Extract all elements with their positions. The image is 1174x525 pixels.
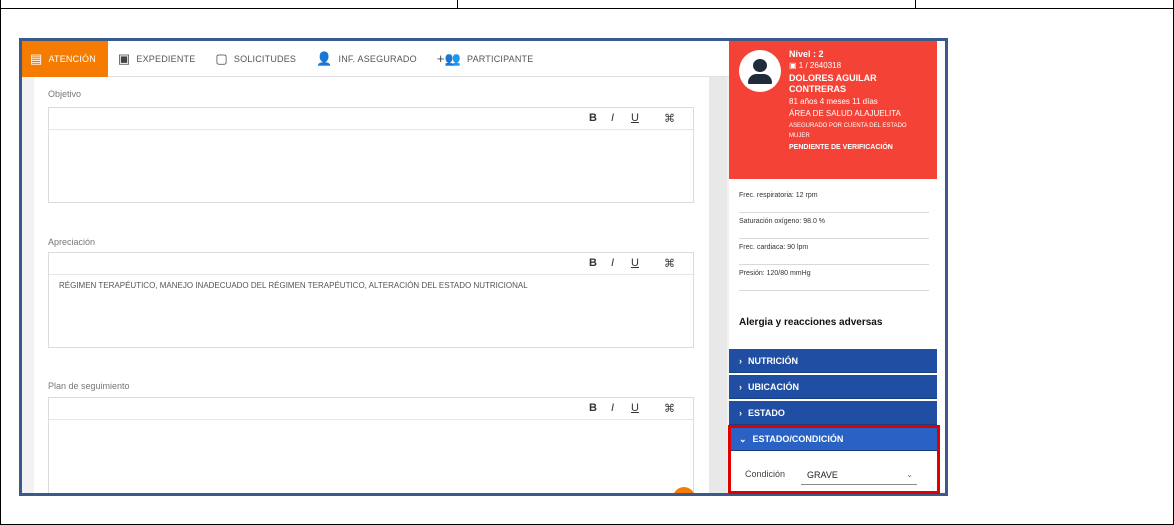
- plan-label: Plan de seguimiento: [48, 381, 130, 391]
- vital-oxygen: Saturación oxígeno: 98.0 %: [739, 213, 929, 239]
- editor-toolbar: B I U ⌘: [49, 108, 693, 130]
- editor-toolbar: B I U ⌘: [49, 398, 693, 420]
- underline-button[interactable]: U: [631, 112, 639, 124]
- tab-label: SOLICITUDES: [233, 53, 297, 64]
- accordion-estado[interactable]: › ESTADO: [729, 401, 937, 425]
- patient-id-value: 1 / 2640318: [798, 61, 842, 70]
- patient-id: ▣ 1 / 2640318: [789, 61, 841, 71]
- tab-participante[interactable]: +👥 PARTICIPANTE: [427, 41, 544, 77]
- underline-button[interactable]: U: [631, 402, 639, 414]
- tab-inf-asegurado[interactable]: 👤 INF. ASEGURADO: [306, 41, 427, 77]
- patient-age: 81 años 4 meses 11 días: [789, 97, 878, 106]
- bold-button[interactable]: B: [589, 112, 597, 124]
- clear-format-button[interactable]: ⌘: [664, 257, 675, 270]
- patient-coverage: ASEGURADO POR CUENTA DEL ESTADO: [789, 123, 907, 129]
- clear-format-button[interactable]: ⌘: [664, 112, 675, 125]
- objetivo-text[interactable]: [49, 130, 693, 142]
- chevron-right-icon: ›: [739, 408, 742, 418]
- window-icon: ▢: [215, 50, 228, 66]
- objetivo-editor[interactable]: B I U ⌘: [48, 107, 694, 203]
- accordion-label: NUTRICIÓN: [748, 356, 798, 366]
- patient-level: Nivel : 2: [789, 49, 824, 59]
- editor-toolbar: B I U ⌘: [49, 253, 693, 275]
- chevron-right-icon: ›: [739, 382, 742, 392]
- tab-label: INF. ASEGURADO: [338, 53, 417, 64]
- italic-button[interactable]: I: [611, 112, 614, 124]
- italic-button[interactable]: I: [611, 402, 614, 414]
- clear-format-button[interactable]: ⌘: [664, 402, 675, 415]
- tab-bar: ▤ ATENCIÓN ▣ EXPEDIENTE ▢ SOLICITUDES 👤 …: [22, 41, 729, 77]
- person-icon: [753, 59, 767, 72]
- id-card-icon: ▣: [789, 61, 799, 70]
- patient-card: Nivel : 2 ▣ 1 / 2640318 DOLORES AGUILAR …: [729, 41, 937, 179]
- italic-button[interactable]: I: [611, 257, 614, 269]
- tab-label: ATENCIÓN: [48, 53, 96, 64]
- table-divider: [457, 0, 458, 8]
- tab-expediente[interactable]: ▣ EXPEDIENTE: [108, 41, 206, 77]
- apreciacion-editor[interactable]: B I U ⌘ RÉGIMEN TERAPÉUTICO, MANEJO INAD…: [48, 252, 694, 348]
- vitals-list: Frec. respiratoria: 12 rpm Saturación ox…: [739, 187, 929, 291]
- highlight-box: [728, 425, 940, 494]
- tab-label: EXPEDIENTE: [136, 53, 196, 64]
- accordion-ubicacion[interactable]: › UBICACIÓN: [729, 375, 937, 399]
- tab-label: PARTICIPANTE: [467, 53, 534, 64]
- plan-editor[interactable]: B I U ⌘: [48, 397, 694, 493]
- apreciacion-text[interactable]: RÉGIMEN TERAPÉUTICO, MANEJO INADECUADO D…: [49, 275, 693, 296]
- underline-button[interactable]: U: [631, 257, 639, 269]
- accordion-nutricion[interactable]: › NUTRICIÓN: [729, 349, 937, 373]
- patient-area: ÁREA DE SALUD ALAJUELITA: [789, 109, 901, 118]
- person-icon: 👤: [316, 50, 333, 66]
- accordion-label: UBICACIÓN: [748, 382, 799, 392]
- chevron-right-icon: ›: [739, 356, 742, 366]
- bold-button[interactable]: B: [589, 257, 597, 269]
- patient-name-1: DOLORES AGUILAR: [789, 73, 877, 83]
- apreciacion-label: Apreciación: [48, 237, 96, 247]
- form-icon: ▤: [30, 50, 43, 66]
- add-group-icon: +👥: [436, 50, 462, 66]
- scrollbar[interactable]: [709, 77, 727, 493]
- objetivo-label: Objetivo: [48, 89, 82, 99]
- accordion-label: ESTADO: [748, 408, 785, 418]
- patient-name-2: CONTRERAS: [789, 84, 847, 94]
- folder-icon: ▣: [117, 50, 131, 66]
- patient-status: PENDIENTE DE VERIFICACIÓN: [789, 144, 893, 151]
- vital-pressure: Presión: 120/80 mmHg: [739, 265, 929, 291]
- bold-button[interactable]: B: [589, 402, 597, 414]
- left-panel: ▤ ATENCIÓN ▣ EXPEDIENTE ▢ SOLICITUDES 👤 …: [22, 41, 729, 493]
- vital-heart-rate: Frec. cardiaca: 90 lpm: [739, 239, 929, 265]
- tab-solicitudes[interactable]: ▢ SOLICITUDES: [205, 41, 306, 77]
- avatar: [739, 50, 781, 92]
- table-rule: [0, 8, 1174, 9]
- patient-sex: MUJER: [789, 133, 810, 139]
- allergy-title: Alergia y reacciones adversas: [739, 317, 883, 328]
- plan-text[interactable]: [49, 420, 693, 432]
- vital-respiratory: Frec. respiratoria: 12 rpm: [739, 187, 929, 213]
- tab-atencion[interactable]: ▤ ATENCIÓN: [22, 41, 108, 77]
- table-divider: [915, 0, 916, 8]
- form-content: Objetivo B I U ⌘ Apreciación B I U ⌘ RÉG…: [34, 77, 709, 493]
